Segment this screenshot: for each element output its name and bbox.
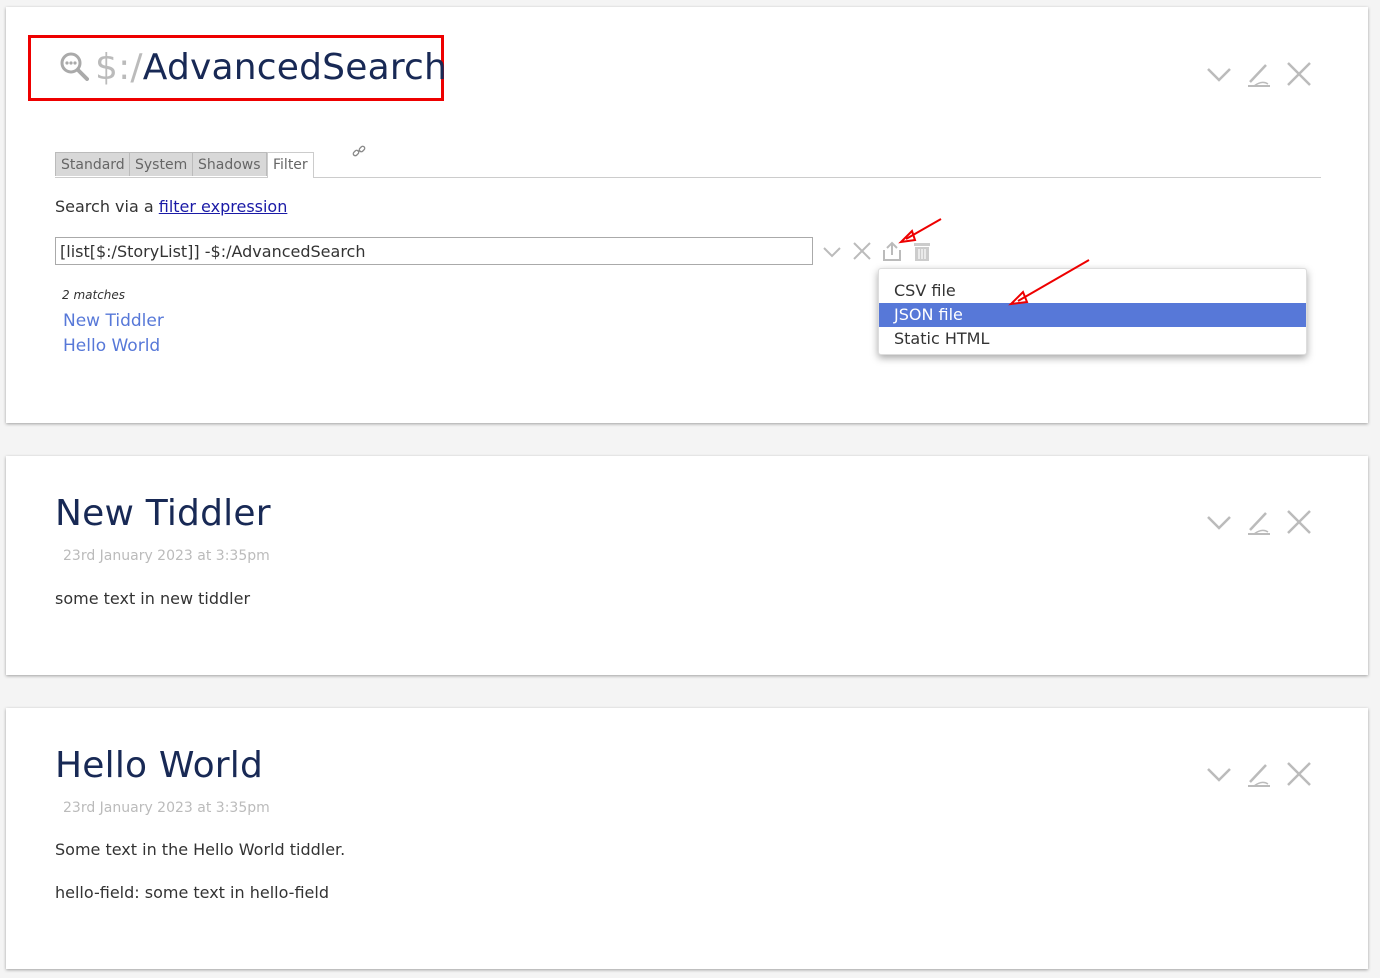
close-icon[interactable] (1284, 59, 1314, 89)
export-csv-option[interactable]: CSV file (879, 279, 1306, 303)
tiddler-controls (1204, 59, 1314, 89)
delete-icon[interactable] (911, 240, 933, 262)
title-highlight-box: $:/AdvancedSearch (28, 35, 447, 101)
tiddler-title: $:/AdvancedSearch (59, 47, 447, 90)
advanced-search-icon (59, 49, 89, 90)
more-chevron-icon[interactable] (1204, 759, 1234, 789)
more-chevron-icon[interactable] (1204, 59, 1234, 89)
new-tiddler: New Tiddler 23rd January 2023 at 3:35pm … (6, 456, 1368, 675)
export-json-option[interactable]: JSON file (879, 303, 1306, 327)
filter-expression-link[interactable]: filter expression (159, 197, 288, 216)
edit-icon[interactable] (1244, 759, 1274, 789)
filter-intro: Search via a filter expression (55, 197, 287, 216)
intro-text: Search via a (55, 197, 159, 216)
edit-icon[interactable] (1244, 59, 1274, 89)
match-count: 2 matches (62, 288, 126, 302)
tab-standard[interactable]: Standard (55, 152, 131, 176)
result-link-hello-world[interactable]: Hello World (63, 336, 160, 356)
close-icon[interactable] (1284, 507, 1314, 537)
tab-filter[interactable]: Filter (267, 152, 314, 178)
tiddler-title: Hello World (55, 745, 264, 786)
filter-input[interactable] (55, 237, 813, 265)
tiddler-modified: 23rd January 2023 at 3:35pm (63, 800, 270, 816)
more-chevron-icon[interactable] (1204, 507, 1234, 537)
dropdown-chevron-icon[interactable] (821, 240, 843, 262)
title-prefix: $:/ (95, 47, 143, 88)
tiddler-title: New Tiddler (55, 493, 271, 534)
advanced-search-tiddler: $:/AdvancedSearch Standard System Shadow… (6, 7, 1368, 423)
close-icon[interactable] (1284, 759, 1314, 789)
hello-world-tiddler: Hello World 23rd January 2023 at 3:35pm … (6, 708, 1368, 969)
tiddler-field-line: hello-field: some text in hello-field (55, 883, 329, 902)
tiddler-controls (1204, 759, 1314, 789)
tiddler-body: some text in new tiddler (55, 589, 251, 608)
tiddler-body: Some text in the Hello World tiddler. (55, 840, 346, 859)
tab-system[interactable]: System (129, 152, 194, 176)
export-icon[interactable] (881, 240, 903, 262)
tiddler-modified: 23rd January 2023 at 3:35pm (63, 548, 270, 564)
result-link-new-tiddler[interactable]: New Tiddler (63, 311, 164, 331)
tab-shadows[interactable]: Shadows (192, 152, 267, 176)
title-main: AdvancedSearch (142, 47, 448, 88)
link-icon[interactable] (352, 144, 366, 158)
clear-icon[interactable] (851, 240, 873, 262)
filter-actions (821, 240, 933, 262)
edit-icon[interactable] (1244, 507, 1274, 537)
export-dropdown: CSV file JSON file Static HTML (878, 268, 1307, 355)
search-tabs: Standard System Shadows Filter (55, 145, 1321, 178)
export-html-option[interactable]: Static HTML (879, 327, 1306, 351)
tiddler-controls (1204, 507, 1314, 537)
